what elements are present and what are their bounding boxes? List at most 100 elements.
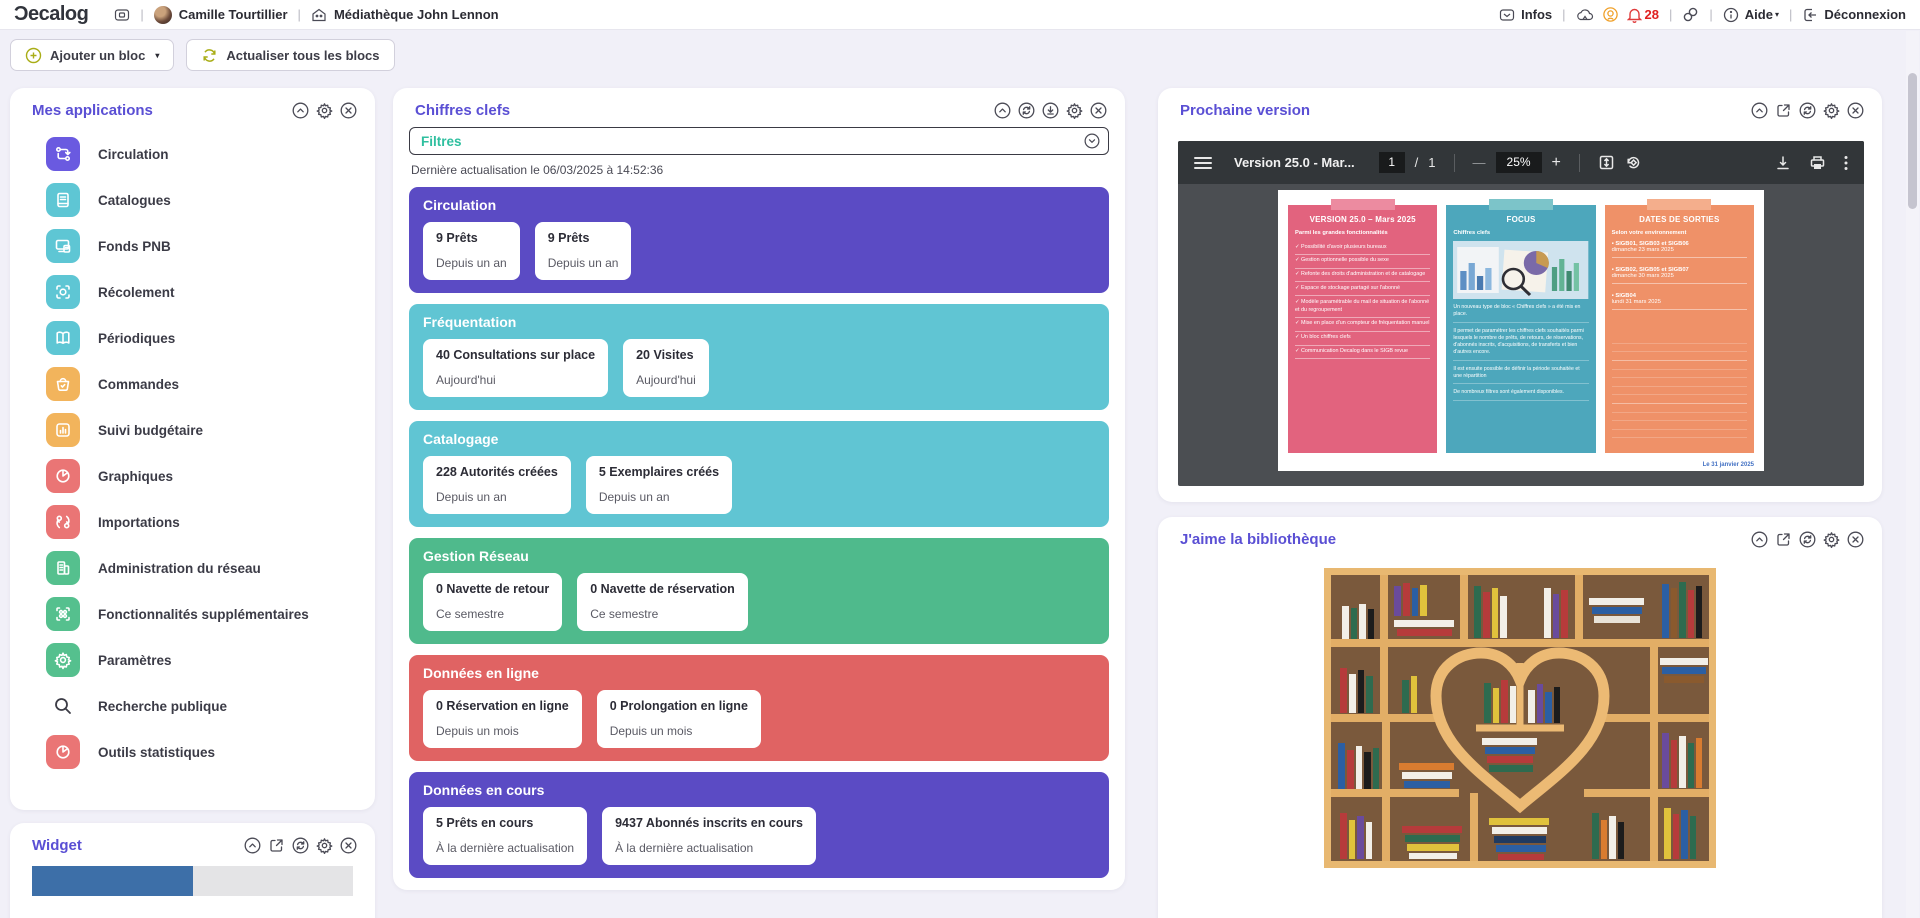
stat-card: 0 Prolongation en ligneDepuis un mois bbox=[597, 690, 761, 748]
close-icon[interactable] bbox=[1847, 531, 1864, 548]
rotate-icon[interactable] bbox=[1625, 154, 1642, 171]
refresh-icon[interactable] bbox=[292, 837, 309, 854]
stat-card: 9 PrêtsDepuis un an bbox=[423, 222, 520, 280]
sidebar-item-suivi-budgetaire[interactable]: Suivi budgétaire bbox=[10, 407, 375, 453]
collapse-icon[interactable] bbox=[244, 837, 261, 854]
library-name: Médiathèque John Lennon bbox=[334, 7, 499, 22]
user-avatar bbox=[154, 6, 172, 24]
version-panel-title: Prochaine version bbox=[1180, 102, 1310, 119]
gear-icon bbox=[46, 643, 80, 677]
sidebar-item-circulation[interactable]: Circulation bbox=[10, 131, 375, 177]
jaime-bibliotheque-panel: J'aime la bibliothèque bbox=[1158, 517, 1882, 918]
close-icon[interactable] bbox=[1090, 102, 1107, 119]
refresh-icon bbox=[201, 47, 218, 64]
library-selector[interactable]: Médiathèque John Lennon bbox=[311, 7, 499, 23]
widget-panel-title: Widget bbox=[32, 837, 82, 854]
collapse-icon[interactable] bbox=[292, 102, 309, 119]
user-menu[interactable]: Camille Tourtillier bbox=[154, 6, 288, 24]
stat-card: 20 VisitesAujourd'hui bbox=[623, 339, 709, 397]
kiosk-icon[interactable] bbox=[114, 7, 130, 23]
bar-chart-icon bbox=[46, 413, 80, 447]
stat-block-circulation: Circulation 9 PrêtsDepuis un an 9 PrêtsD… bbox=[409, 187, 1109, 293]
zoom-in-button[interactable]: + bbox=[1552, 154, 1561, 172]
close-icon[interactable] bbox=[340, 837, 357, 854]
open-external-icon[interactable] bbox=[1775, 102, 1792, 119]
settings-icon[interactable] bbox=[316, 837, 333, 854]
decalog-logo: Ɔecalog bbox=[14, 3, 88, 26]
pdf-doc-title: Version 25.0 - Mar... bbox=[1234, 155, 1355, 170]
menu-icon[interactable] bbox=[1194, 156, 1212, 170]
user-name: Camille Tourtillier bbox=[179, 7, 288, 22]
page-scrollbar-thumb[interactable] bbox=[1908, 73, 1917, 209]
chiffres-panel-title: Chiffres clefs bbox=[415, 102, 510, 119]
settings-icon[interactable] bbox=[316, 102, 333, 119]
info-icon bbox=[1723, 7, 1739, 23]
zoom-out-button[interactable]: — bbox=[1473, 155, 1486, 170]
scan-icon bbox=[46, 275, 80, 309]
stat-card: 9437 Abonnés inscrits en coursÀ la derni… bbox=[602, 807, 816, 865]
route-arrows-icon bbox=[46, 137, 80, 171]
magnifier-icon bbox=[46, 689, 80, 723]
filters-dropdown[interactable]: Filtres bbox=[409, 127, 1109, 155]
sidebar-item-outils-statistiques[interactable]: Outils statistiques bbox=[10, 729, 375, 775]
more-options-icon[interactable] bbox=[1844, 155, 1848, 171]
download-icon[interactable] bbox=[1042, 102, 1059, 119]
apps-grid-icon bbox=[46, 597, 80, 631]
collapse-icon[interactable] bbox=[1751, 531, 1768, 548]
sidebar-item-fonctionnalites-supplementaires[interactable]: Fonctionnalités supplémentaires bbox=[10, 591, 375, 637]
download-icon[interactable] bbox=[1775, 155, 1791, 171]
stat-block-catalogage: Catalogage 228 Autorités crééesDepuis un… bbox=[409, 421, 1109, 527]
close-icon[interactable] bbox=[1847, 102, 1864, 119]
print-icon[interactable] bbox=[1809, 155, 1826, 171]
broadcast-icon[interactable] bbox=[1602, 6, 1619, 23]
collapse-icon[interactable] bbox=[994, 102, 1011, 119]
settings-icon[interactable] bbox=[1823, 102, 1840, 119]
pie-chart-icon bbox=[46, 735, 80, 769]
sidebar-item-catalogues[interactable]: Catalogues bbox=[10, 177, 375, 223]
flyer-footer-date: Le 31 janvier 2025 bbox=[1703, 462, 1754, 468]
deconnexion-button[interactable]: Déconnexion bbox=[1802, 7, 1906, 23]
stat-block-donnees-en-cours: Données en cours 5 Prêts en coursÀ la de… bbox=[409, 772, 1109, 878]
sidebar-item-fonds-pnb[interactable]: Fonds PNB bbox=[10, 223, 375, 269]
infos-button[interactable]: Infos bbox=[1499, 7, 1552, 22]
page-scrollbar[interactable] bbox=[1906, 31, 1919, 918]
notification-count: 28 bbox=[1645, 7, 1659, 22]
library-panel-title: J'aime la bibliothèque bbox=[1180, 531, 1336, 548]
add-block-button[interactable]: Ajouter un bloc ▾ bbox=[10, 39, 174, 71]
building-icon bbox=[46, 551, 80, 585]
cloud-icon[interactable] bbox=[1576, 8, 1594, 22]
sidebar-item-parametres[interactable]: Paramètres bbox=[10, 637, 375, 683]
close-icon[interactable] bbox=[340, 102, 357, 119]
stat-card: 0 Navette de réservationCe semestre bbox=[577, 573, 748, 631]
sidebar-item-recherche-publique[interactable]: Recherche publique bbox=[10, 683, 375, 729]
refresh-icon[interactable] bbox=[1799, 102, 1816, 119]
open-book-icon bbox=[46, 321, 80, 355]
fit-page-icon[interactable] bbox=[1598, 154, 1615, 171]
sidebar-item-importations[interactable]: Importations bbox=[10, 499, 375, 545]
pdf-page: VERSION 25.0 – Mars 2025 Parmi les grand… bbox=[1278, 190, 1764, 471]
stat-card: 0 Réservation en ligneDepuis un mois bbox=[423, 690, 582, 748]
link-icon[interactable] bbox=[1682, 6, 1699, 23]
sidebar-item-administration-reseau[interactable]: Administration du réseau bbox=[10, 545, 375, 591]
settings-icon[interactable] bbox=[1823, 531, 1840, 548]
pdf-page-total: 1 bbox=[1428, 155, 1435, 170]
sidebar-item-recolement[interactable]: Récolement bbox=[10, 269, 375, 315]
sidebar-item-commandes[interactable]: Commandes bbox=[10, 361, 375, 407]
sidebar-item-graphiques[interactable]: Graphiques bbox=[10, 453, 375, 499]
apps-panel-title: Mes applications bbox=[32, 102, 153, 119]
pdf-page-input[interactable]: 1 bbox=[1379, 152, 1405, 173]
open-external-icon[interactable] bbox=[1775, 531, 1792, 548]
settings-icon[interactable] bbox=[1066, 102, 1083, 119]
stat-block-gestion-reseau: Gestion Réseau 0 Navette de retourCe sem… bbox=[409, 538, 1109, 644]
notifications-button[interactable]: 28 bbox=[1627, 7, 1659, 23]
sidebar-item-periodiques[interactable]: Périodiques bbox=[10, 315, 375, 361]
open-external-icon[interactable] bbox=[268, 837, 285, 854]
pdf-zoom-level[interactable]: 25% bbox=[1496, 152, 1542, 173]
refresh-icon[interactable] bbox=[1799, 531, 1816, 548]
aide-menu[interactable]: Aide ▾ bbox=[1723, 7, 1779, 23]
refresh-icon[interactable] bbox=[1018, 102, 1035, 119]
refresh-all-button[interactable]: Actualiser tous les blocs bbox=[186, 39, 394, 71]
collapse-icon[interactable] bbox=[1751, 102, 1768, 119]
envelope-icon bbox=[1499, 8, 1515, 22]
basket-icon bbox=[46, 367, 80, 401]
